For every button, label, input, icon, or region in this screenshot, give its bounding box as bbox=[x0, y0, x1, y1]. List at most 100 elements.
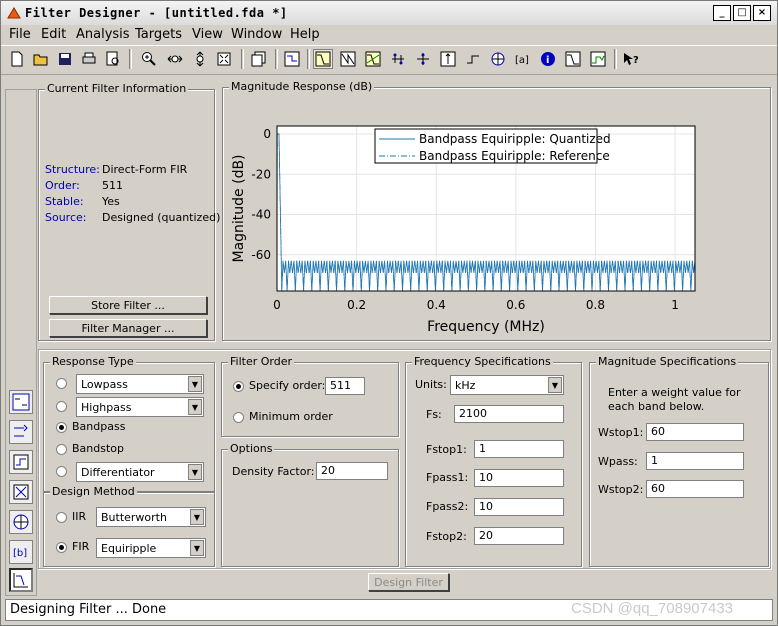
specify-order-label: Specify order: bbox=[249, 379, 326, 392]
full-view-icon[interactable] bbox=[214, 49, 234, 69]
iir-method-select[interactable]: Butterworth ▼ bbox=[96, 507, 206, 527]
fpass1-input[interactable]: 10 bbox=[474, 469, 564, 487]
weight-hint-text: Enter a weight value for each band below… bbox=[608, 386, 741, 413]
multirate-icon[interactable] bbox=[9, 420, 33, 444]
menu-targets[interactable]: Targets bbox=[135, 27, 182, 42]
y-axis-label: Magnitude (dB) bbox=[231, 154, 247, 262]
wstop1-input[interactable]: 60 bbox=[646, 423, 744, 441]
legend-label-quantized: Bandpass Equiripple: Quantized bbox=[419, 132, 611, 146]
current-filter-info-title: Current Filter Information bbox=[45, 82, 189, 95]
pole-zero-editor-icon[interactable] bbox=[9, 510, 33, 534]
wstop2-label: Wstop2: bbox=[598, 483, 644, 496]
phase-delay-icon[interactable] bbox=[413, 49, 433, 69]
fir-radio[interactable] bbox=[56, 542, 67, 553]
svg-text:?: ? bbox=[633, 55, 639, 66]
fstop2-label: Fstop2: bbox=[426, 530, 467, 543]
specify-order-radio[interactable] bbox=[233, 381, 244, 392]
group-delay-icon[interactable] bbox=[388, 49, 408, 69]
mag-phase-icon[interactable] bbox=[363, 49, 383, 69]
density-factor-input[interactable]: 20 bbox=[316, 462, 388, 480]
response-type-title: Response Type bbox=[50, 355, 136, 368]
design-filter-mode-icon[interactable] bbox=[9, 568, 33, 592]
step-response-icon[interactable] bbox=[463, 49, 483, 69]
magnitude-chart[interactable]: 0 0.2 0.4 0.6 0.8 1 0 -20 -40 -60 Bandpass Equiri… bbox=[223, 88, 772, 342]
import-filter-icon[interactable] bbox=[9, 480, 33, 504]
store-filter-button[interactable]: Store Filter ... bbox=[49, 296, 207, 314]
new-icon[interactable] bbox=[7, 49, 27, 69]
magnitude-estimate-icon[interactable] bbox=[563, 49, 583, 69]
realize-model-icon[interactable] bbox=[9, 450, 33, 474]
print-icon[interactable] bbox=[79, 49, 99, 69]
menu-view[interactable]: View bbox=[192, 27, 223, 42]
menu-help[interactable]: Help bbox=[290, 27, 320, 42]
design-filter-button[interactable]: Design Filter bbox=[368, 573, 449, 591]
open-icon[interactable] bbox=[31, 49, 51, 69]
filter-info-icon[interactable]: i bbox=[538, 49, 558, 69]
new-figure-icon[interactable] bbox=[249, 49, 269, 69]
fir-method-value: Equiripple bbox=[101, 542, 157, 555]
bandstop-radio[interactable] bbox=[56, 444, 67, 455]
phase-response-icon[interactable] bbox=[338, 49, 358, 69]
minimize-button[interactable]: _ bbox=[713, 5, 731, 21]
menu-window[interactable]: Window bbox=[231, 27, 282, 42]
fstop2-input[interactable]: 20 bbox=[474, 527, 564, 545]
filter-coeffs-icon[interactable]: [a] bbox=[513, 49, 533, 69]
print-preview-icon[interactable] bbox=[103, 49, 123, 69]
fstop1-label: Fstop1: bbox=[426, 443, 467, 456]
fpass2-input[interactable]: 10 bbox=[474, 498, 564, 516]
density-factor-label: Density Factor: bbox=[232, 465, 315, 478]
dropdown-arrow-icon: ▼ bbox=[190, 540, 204, 556]
impulse-response-icon[interactable] bbox=[438, 49, 458, 69]
pole-zero-icon[interactable] bbox=[488, 49, 508, 69]
fs-input[interactable]: 2100 bbox=[454, 405, 564, 423]
zoom-x-icon[interactable] bbox=[165, 49, 185, 69]
mode-sidebar: [b] bbox=[5, 89, 37, 596]
lowpass-radio[interactable] bbox=[56, 378, 67, 389]
fs-label: Fs: bbox=[426, 408, 442, 421]
stable-label: Stable: bbox=[45, 195, 84, 208]
fstop1-input[interactable]: 1 bbox=[474, 440, 564, 458]
fir-method-select[interactable]: Equiripple ▼ bbox=[96, 538, 206, 558]
differentiator-select[interactable]: Differentiator ▼ bbox=[76, 462, 204, 482]
units-select[interactable]: kHz ▼ bbox=[450, 375, 564, 395]
design-method-title: Design Method bbox=[50, 485, 137, 498]
frequency-specs-title: Frequency Specifications bbox=[412, 355, 553, 368]
filter-manager-button[interactable]: Filter Manager ... bbox=[49, 319, 207, 337]
magnitude-specs-panel: Magnitude Specifications Enter a weight … bbox=[589, 355, 769, 567]
magnitude-response-icon[interactable] bbox=[313, 49, 333, 69]
x-tick-label: 0.4 bbox=[427, 298, 446, 312]
round-off-noise-icon[interactable] bbox=[588, 49, 608, 69]
menu-file[interactable]: File bbox=[9, 27, 31, 42]
maximize-button[interactable]: □ bbox=[733, 5, 751, 21]
zoom-y-icon[interactable] bbox=[190, 49, 210, 69]
highpass-radio[interactable] bbox=[56, 401, 67, 412]
iir-radio[interactable] bbox=[56, 512, 67, 523]
menu-analysis[interactable]: Analysis bbox=[76, 27, 130, 42]
watermark: CSDN @qq_708907433 bbox=[571, 600, 734, 617]
order-input[interactable]: 511 bbox=[325, 377, 365, 395]
save-icon[interactable] bbox=[55, 49, 75, 69]
x-tick-label: 1 bbox=[671, 298, 679, 312]
wpass-input[interactable]: 1 bbox=[646, 452, 744, 470]
differentiator-radio[interactable] bbox=[56, 466, 67, 477]
structure-label: Structure: bbox=[45, 163, 100, 176]
transform-filter-icon[interactable] bbox=[9, 390, 33, 414]
x-tick-label: 0.2 bbox=[347, 298, 366, 312]
menu-edit[interactable]: Edit bbox=[41, 27, 66, 42]
close-button[interactable]: × bbox=[753, 5, 771, 21]
dropdown-arrow-icon: ▼ bbox=[190, 509, 204, 525]
magnitude-specs-title: Magnitude Specifications bbox=[596, 355, 739, 368]
zoom-in-icon[interactable] bbox=[139, 49, 159, 69]
minimum-order-radio[interactable] bbox=[233, 412, 244, 423]
x-tick-label: 0.8 bbox=[586, 298, 605, 312]
order-value: 511 bbox=[102, 179, 123, 192]
whats-this-icon[interactable]: ? bbox=[621, 49, 641, 69]
highpass-select[interactable]: Highpass ▼ bbox=[76, 397, 204, 417]
lowpass-select[interactable]: Lowpass ▼ bbox=[76, 374, 204, 394]
quantization-icon[interactable]: [b] bbox=[9, 540, 33, 564]
bandpass-radio[interactable] bbox=[56, 422, 67, 433]
frequency-specs-panel: Frequency Specifications Units: kHz ▼ Fs:… bbox=[405, 355, 582, 567]
wstop2-input[interactable]: 60 bbox=[646, 480, 744, 498]
filter-specs-icon[interactable] bbox=[282, 49, 302, 69]
structure-value: Direct-Form FIR bbox=[102, 163, 188, 176]
